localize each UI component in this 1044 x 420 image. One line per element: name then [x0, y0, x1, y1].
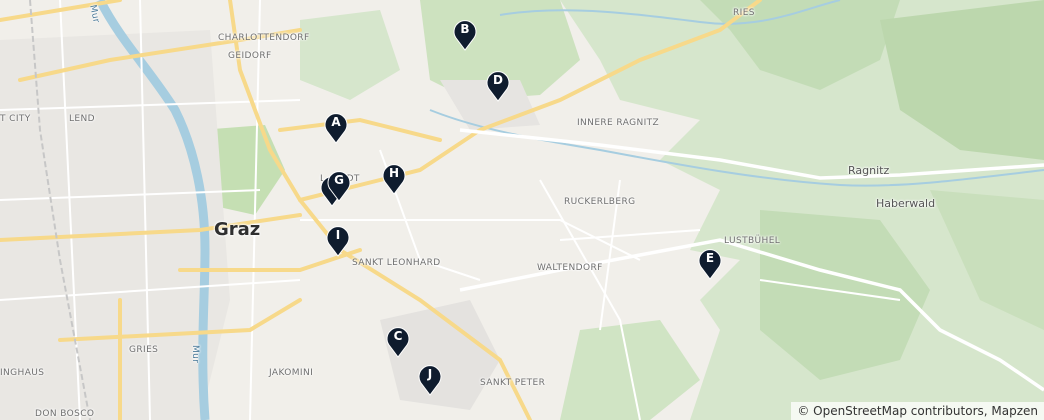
place-label-geidorf: GEIDORF [228, 51, 272, 61]
marker-label: I [335, 228, 341, 242]
map-marker-c[interactable]: C [385, 324, 411, 358]
map-marker-g[interactable]: G [326, 168, 352, 202]
map-marker-a[interactable]: A [323, 110, 349, 144]
place-label-graz: Graz [214, 219, 261, 240]
place-label-waltendorf: WALTENDORF [537, 263, 603, 273]
place-label-innere-ragnitz: INNERE RAGNITZ [577, 118, 660, 128]
marker-label: G [334, 173, 344, 187]
place-label-inghaus: INGHAUS [0, 368, 45, 378]
marker-label: B [460, 22, 470, 36]
place-label-sankt-peter: SANKT PETER [480, 378, 546, 388]
marker-label: A [331, 115, 341, 129]
map-marker-j[interactable]: J [417, 362, 443, 396]
marker-label: J [427, 367, 433, 381]
place-label-gries: GRIES [129, 345, 159, 355]
marker-label: C [393, 329, 403, 343]
map-marker-b[interactable]: B [452, 17, 478, 51]
place-label-ragnitz: Ragnitz [848, 164, 890, 177]
map-base-layer [0, 0, 1044, 420]
place-label-don-bosco: DON BOSCO [35, 409, 95, 419]
place-label-city: T CITY [0, 114, 31, 124]
marker-label: D [493, 73, 503, 87]
place-label-jakomini: JAKOMINI [269, 368, 314, 378]
map-attribution[interactable]: © OpenStreetMap contributors, Mapzen [791, 402, 1044, 420]
map-marker-i[interactable]: I [325, 223, 351, 257]
map-marker-e[interactable]: E [697, 246, 723, 280]
place-label-lend: LEND [69, 114, 95, 124]
river-label-mur-south: Mur [190, 345, 200, 364]
map-canvas[interactable]: Graz Ragnitz Haberwald CHARLOTTENDORF GE… [0, 0, 1044, 420]
map-marker-h[interactable]: H [381, 161, 407, 195]
map-marker-d[interactable]: D [485, 68, 511, 102]
place-label-charlottendorf: CHARLOTTENDORF [218, 33, 310, 43]
marker-label: H [388, 166, 400, 180]
place-label-sankt-leonhard: SANKT LEONHARD [352, 258, 441, 268]
marker-label: E [705, 251, 715, 265]
place-label-ruckerlberg: RUCKERLBERG [564, 197, 636, 207]
place-label-haberwald: Haberwald [876, 197, 936, 210]
place-label-ries: RIES [733, 8, 755, 18]
place-label-lustbuehel: LUSTBÜHEL [724, 236, 781, 246]
